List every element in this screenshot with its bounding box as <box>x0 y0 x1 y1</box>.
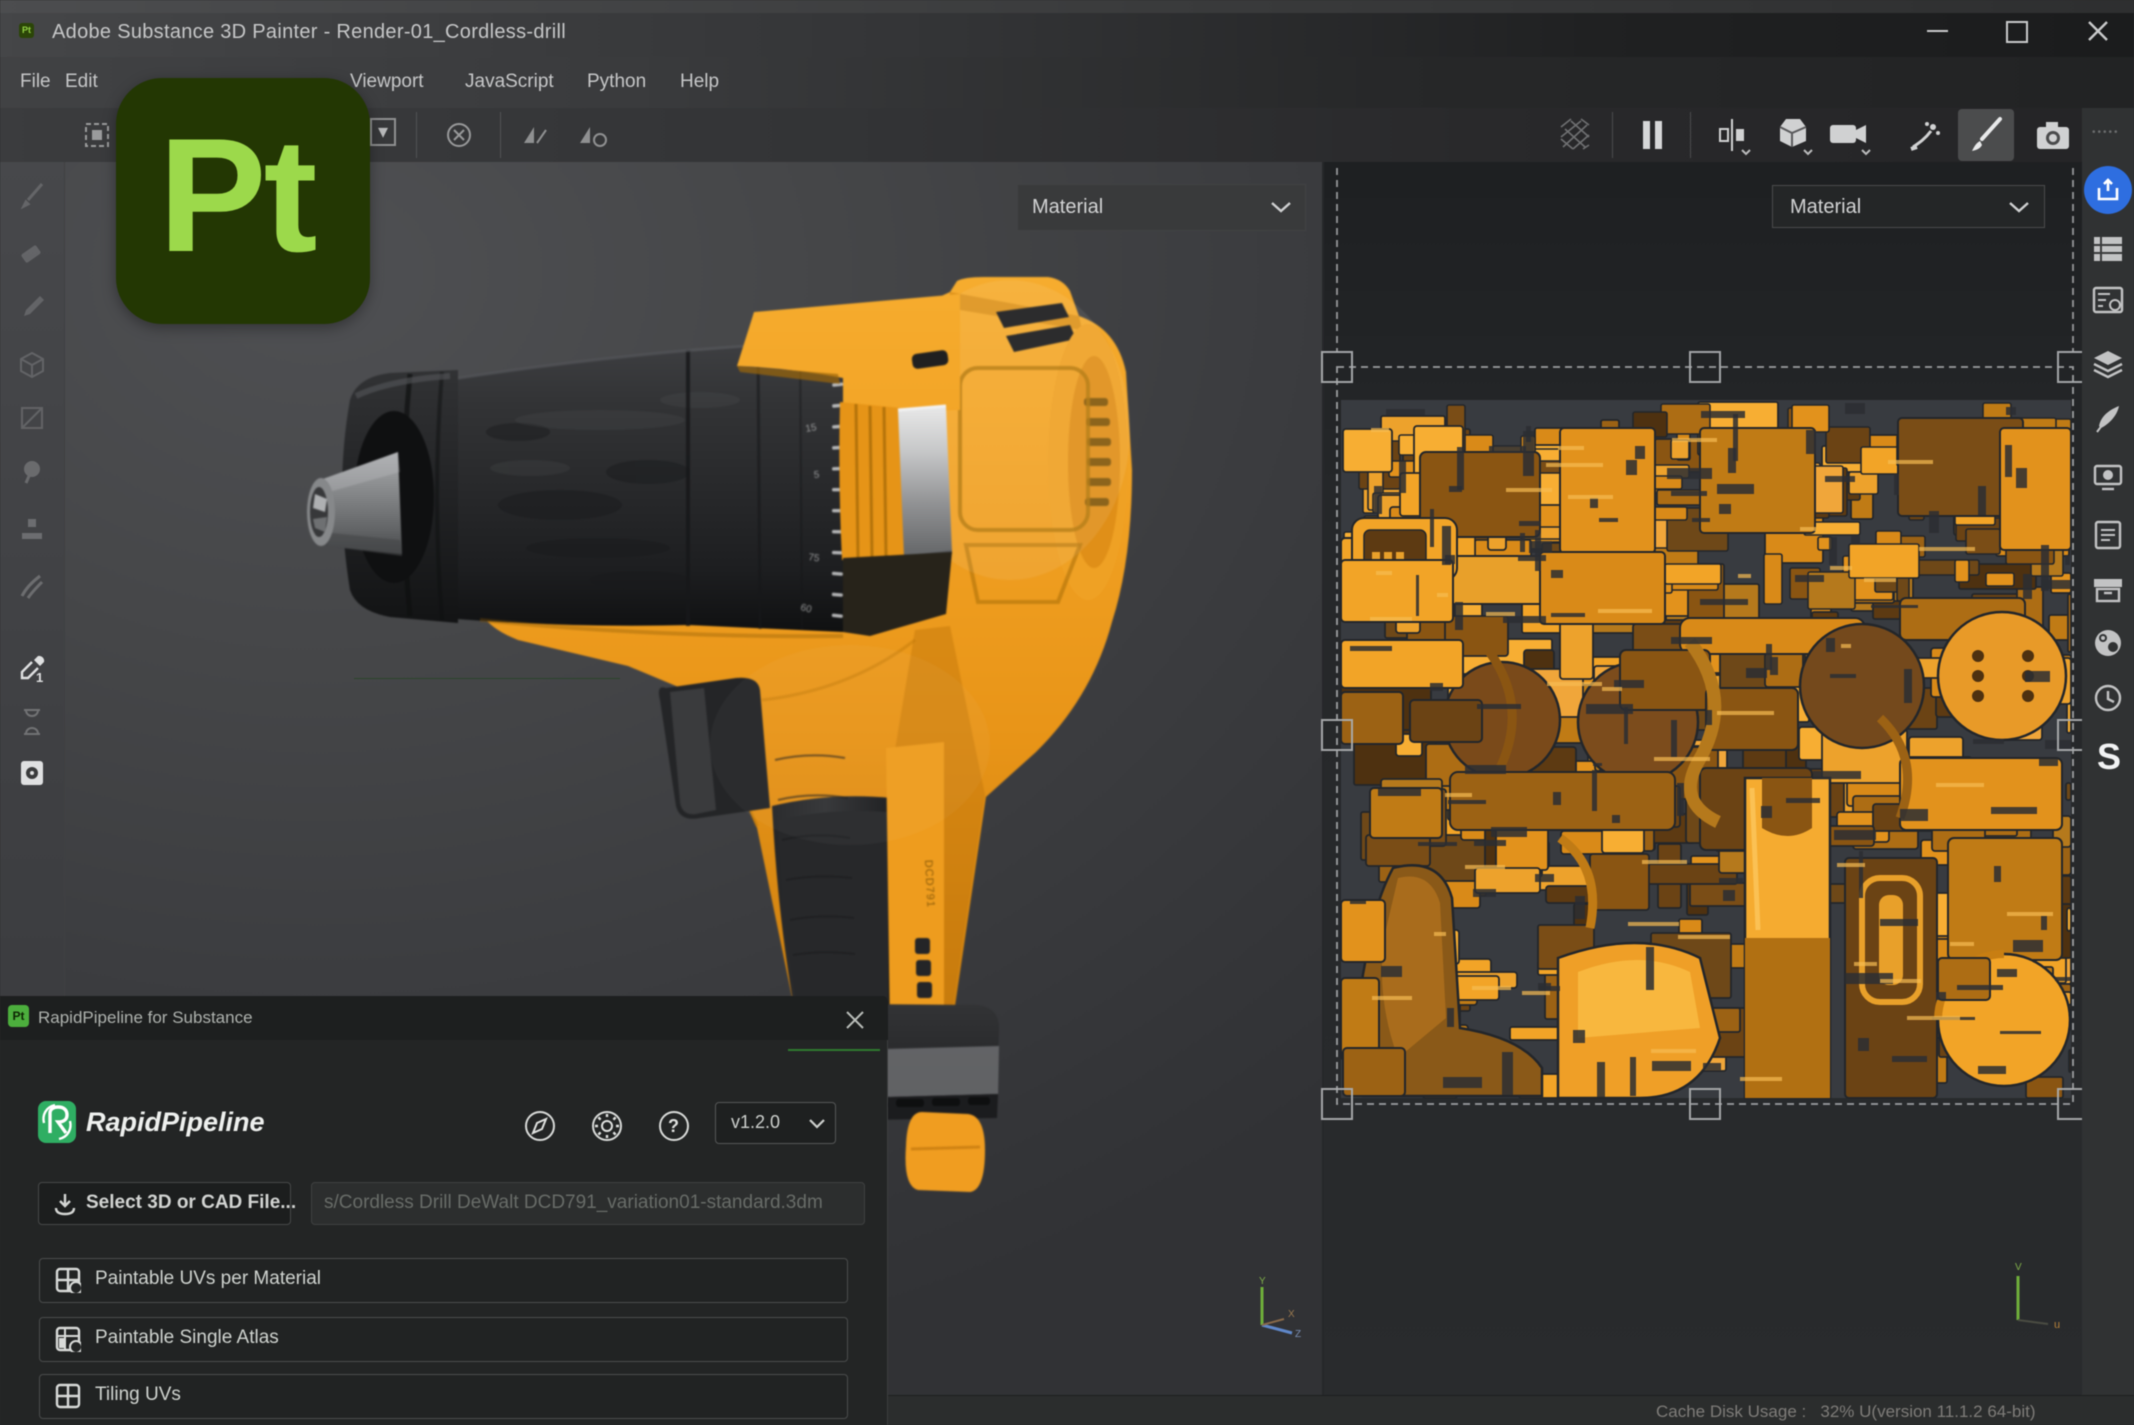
svg-text:X: X <box>1288 1309 1295 1320</box>
svg-text:1: 1 <box>36 670 43 684</box>
svg-text:?: ? <box>668 1116 679 1136</box>
svg-text:75: 75 <box>808 552 821 565</box>
svg-text:Y: Y <box>1259 1276 1266 1287</box>
svg-text:V: V <box>2015 1262 2022 1273</box>
svg-text:Z: Z <box>1295 1329 1301 1340</box>
svg-text:DCD791: DCD791 <box>922 860 937 909</box>
svg-text:u: u <box>2054 1319 2060 1331</box>
